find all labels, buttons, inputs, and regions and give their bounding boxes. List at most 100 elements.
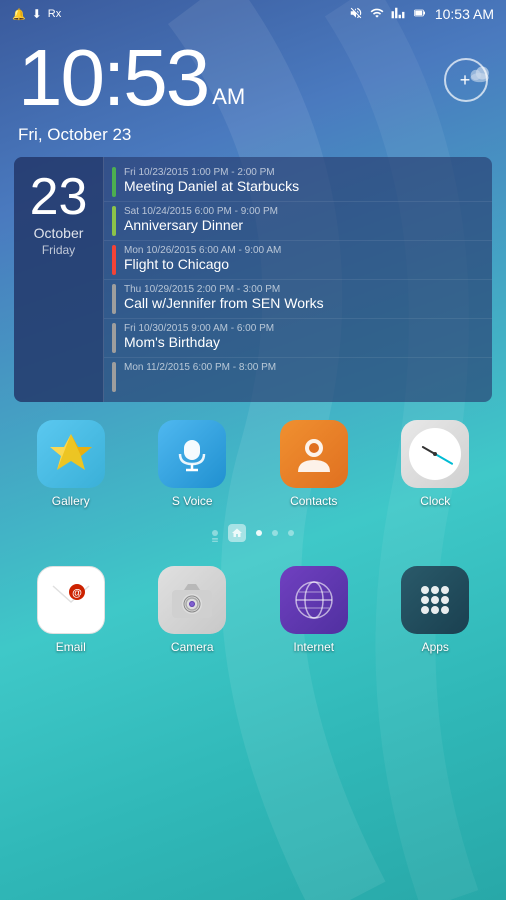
camera-label: Camera bbox=[171, 640, 214, 654]
event-color-bar bbox=[112, 323, 116, 353]
date-display: Fri, October 23 bbox=[0, 123, 506, 157]
menu-dot-icon bbox=[212, 537, 218, 543]
date-text: Fri, October 23 bbox=[18, 125, 131, 144]
event-info: Fri 10/30/2015 9:00 AM - 6:00 PM Mom's B… bbox=[124, 323, 484, 353]
calendar-events: Fri 10/23/2015 1:00 PM - 2:00 PM Meeting… bbox=[104, 157, 492, 402]
wifi-icon bbox=[369, 6, 385, 23]
app-gallery[interactable]: Gallery bbox=[26, 420, 116, 508]
svoice-label: S Voice bbox=[172, 494, 213, 508]
signal-icon bbox=[391, 6, 405, 23]
app-apps[interactable]: Apps bbox=[390, 566, 480, 654]
event-color-bar bbox=[112, 167, 116, 197]
time-display: 10:53 AM bbox=[435, 6, 494, 22]
event-color-bar bbox=[112, 284, 116, 314]
contacts-label: Contacts bbox=[290, 494, 337, 508]
calendar-event-0: Fri 10/23/2015 1:00 PM - 2:00 PM Meeting… bbox=[104, 163, 492, 202]
event-info: Thu 10/29/2015 2:00 PM - 3:00 PM Call w/… bbox=[124, 284, 484, 314]
home-icon bbox=[231, 527, 243, 539]
cloud-icon bbox=[468, 65, 494, 85]
calendar-event-5: Mon 11/2/2015 6:00 PM - 8:00 PM bbox=[104, 358, 492, 396]
calendar-date-panel: 23 October Friday bbox=[14, 157, 104, 402]
rx-icon: Rx bbox=[48, 8, 61, 20]
gallery-icon-wrap bbox=[37, 420, 105, 488]
calendar-event-2: Mon 10/26/2015 6:00 AM - 9:00 AM Flight … bbox=[104, 241, 492, 280]
clock-min-hand bbox=[435, 453, 453, 464]
event-title: Anniversary Dinner bbox=[124, 217, 484, 234]
apps-icon bbox=[413, 578, 457, 622]
clock-hour-hand bbox=[422, 446, 436, 455]
event-info: Sat 10/24/2015 6:00 PM - 9:00 PM Anniver… bbox=[124, 206, 484, 236]
clock-section: 10:53 AM + bbox=[0, 28, 506, 123]
email-icon: @ bbox=[49, 582, 93, 618]
internet-icon-wrap bbox=[280, 566, 348, 634]
clock-face bbox=[409, 428, 461, 480]
weather-widget[interactable]: + bbox=[444, 38, 488, 102]
app-internet[interactable]: Internet bbox=[269, 566, 359, 654]
gallery-label: Gallery bbox=[52, 494, 90, 508]
internet-icon bbox=[292, 578, 336, 622]
calendar-event-3: Thu 10/29/2015 2:00 PM - 3:00 PM Call w/… bbox=[104, 280, 492, 319]
clock-ampm: AM bbox=[212, 84, 245, 110]
event-datetime: Sat 10/24/2015 6:00 PM - 9:00 PM bbox=[124, 206, 484, 217]
app-svoice[interactable]: S Voice bbox=[147, 420, 237, 508]
event-title: Flight to Chicago bbox=[124, 256, 484, 273]
dot-page3[interactable] bbox=[288, 530, 294, 536]
svg-text:@: @ bbox=[72, 588, 82, 599]
event-datetime: Fri 10/23/2015 1:00 PM - 2:00 PM bbox=[124, 167, 484, 178]
event-color-bar bbox=[112, 206, 116, 236]
event-info: Mon 11/2/2015 6:00 PM - 8:00 PM bbox=[124, 362, 484, 392]
clock-label: Clock bbox=[420, 494, 450, 508]
calendar-widget[interactable]: 23 October Friday Fri 10/23/2015 1:00 PM… bbox=[14, 157, 492, 402]
calendar-month: October bbox=[34, 225, 84, 241]
download-icon: ⬇ bbox=[32, 7, 42, 21]
dock-row: @ Email Camera bbox=[0, 556, 506, 666]
status-bar: 🔔 ⬇ Rx 10:53 AM bbox=[0, 0, 506, 28]
apps-label: Apps bbox=[422, 640, 449, 654]
event-datetime: Fri 10/30/2015 9:00 AM - 6:00 PM bbox=[124, 323, 484, 334]
battery-icon bbox=[411, 7, 429, 22]
event-color-bar bbox=[112, 362, 116, 392]
event-title: Mom's Birthday bbox=[124, 334, 484, 351]
event-info: Mon 10/26/2015 6:00 AM - 9:00 AM Flight … bbox=[124, 245, 484, 275]
calendar-day: 23 bbox=[30, 171, 88, 223]
app-contacts[interactable]: Contacts bbox=[269, 420, 359, 508]
clock-display: 10:53 AM bbox=[18, 38, 245, 118]
camera-icon bbox=[170, 580, 214, 620]
clock-icon-wrap bbox=[401, 420, 469, 488]
email-label: Email bbox=[56, 640, 86, 654]
status-left-icons: 🔔 ⬇ Rx bbox=[12, 7, 61, 21]
app-camera[interactable]: Camera bbox=[147, 566, 237, 654]
email-icon-wrap: @ bbox=[37, 566, 105, 634]
event-color-bar bbox=[112, 245, 116, 275]
calendar-event-1: Sat 10/24/2015 6:00 PM - 9:00 PM Anniver… bbox=[104, 202, 492, 241]
clock-time: 10:53 bbox=[18, 38, 208, 118]
dot-menu bbox=[212, 530, 218, 536]
dot-home[interactable] bbox=[228, 524, 246, 542]
weather-add-button[interactable]: + bbox=[444, 58, 488, 102]
apps-icon-wrap bbox=[401, 566, 469, 634]
event-datetime: Mon 10/26/2015 6:00 AM - 9:00 AM bbox=[124, 245, 484, 256]
event-info: Fri 10/23/2015 1:00 PM - 2:00 PM Meeting… bbox=[124, 167, 484, 197]
notification-icon: 🔔 bbox=[12, 8, 26, 21]
svoice-icon-wrap bbox=[158, 420, 226, 488]
internet-label: Internet bbox=[293, 640, 334, 654]
event-title: Meeting Daniel at Starbucks bbox=[124, 178, 484, 195]
app-clock[interactable]: Clock bbox=[390, 420, 480, 508]
app-email[interactable]: @ Email bbox=[26, 566, 116, 654]
event-datetime: Mon 11/2/2015 6:00 PM - 8:00 PM bbox=[124, 362, 484, 373]
calendar-event-4: Fri 10/30/2015 9:00 AM - 6:00 PM Mom's B… bbox=[104, 319, 492, 358]
gallery-icon bbox=[46, 429, 96, 479]
event-title: Call w/Jennifer from SEN Works bbox=[124, 295, 484, 312]
event-datetime: Thu 10/29/2015 2:00 PM - 3:00 PM bbox=[124, 284, 484, 295]
dot-page2[interactable] bbox=[272, 530, 278, 536]
contacts-icon-wrap bbox=[280, 420, 348, 488]
mute-icon bbox=[349, 6, 363, 23]
nav-dots bbox=[0, 516, 506, 556]
apps-row: Gallery S Voice Contacts bbox=[0, 402, 506, 516]
camera-icon-wrap bbox=[158, 566, 226, 634]
dot-page1[interactable] bbox=[256, 530, 262, 536]
svoice-icon bbox=[172, 434, 212, 474]
calendar-dow: Friday bbox=[42, 243, 75, 257]
status-right-icons: 10:53 AM bbox=[349, 6, 494, 23]
contacts-icon bbox=[294, 434, 334, 474]
